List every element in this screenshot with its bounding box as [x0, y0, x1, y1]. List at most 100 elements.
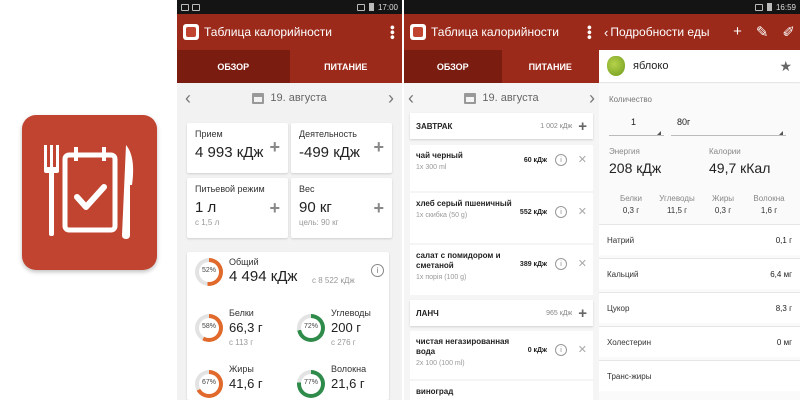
meal-header-lunch[interactable]: ЛАНЧ 965 кДж + [410, 300, 593, 326]
back-icon[interactable]: ‹ [604, 25, 608, 40]
info-icon[interactable]: i [371, 264, 384, 277]
tab-overview[interactable]: ОБЗОР [177, 50, 290, 83]
nutrient-value: 0 мг [776, 337, 792, 347]
nutrient-label: Транс-жиры [607, 371, 652, 381]
calories-label: Калории [709, 147, 741, 156]
macro-value: 0,3 г [622, 206, 640, 215]
remove-icon[interactable]: ✕ [578, 205, 587, 218]
remove-icon[interactable]: ✕ [578, 257, 587, 270]
wifi-icon [754, 3, 763, 11]
carbs-value: 200 г [331, 320, 362, 335]
nutrient-label: Кальций [607, 269, 639, 279]
tab-overview[interactable]: ОБЗОР [404, 50, 502, 83]
remove-icon[interactable]: ✕ [578, 343, 587, 356]
macro-label: Волокна [753, 194, 785, 203]
food-item[interactable]: салат с помидором и сметаной 1x порія (1… [410, 245, 593, 295]
chevron-right-icon[interactable]: › [589, 88, 595, 109]
carbs-label: Углеводы [331, 308, 371, 318]
add-icon[interactable]: + [373, 137, 384, 158]
date-label: 19. августа [270, 92, 327, 104]
card-label: Прием [195, 129, 223, 139]
favorite-star-icon[interactable]: ★ [779, 58, 792, 75]
info-icon[interactable]: i [555, 154, 567, 166]
food-name: чистая негазированная вода [416, 337, 510, 356]
tab-nutrition[interactable]: ПИТАНИЕ [289, 50, 402, 83]
tab-nutrition[interactable]: ПИТАНИЕ [501, 50, 599, 83]
app-title: Таблица калорийности [204, 25, 332, 39]
food-portion: 2x 100 (100 ml) [416, 360, 465, 367]
tab-bar: ОБЗОР ПИТАНИЕ [177, 50, 402, 83]
weight-card[interactable]: Вес 90 кг цель: 90 кг + [291, 178, 392, 238]
food-item[interactable]: хлеб серый пшеничный 1x скибка (50 g) 55… [410, 193, 593, 243]
chevron-left-icon[interactable]: ‹ [408, 88, 414, 109]
add-food-icon[interactable]: + [578, 305, 587, 322]
meal-title: ЗАВТРАК [416, 121, 453, 131]
nutrient-label: Натрий [607, 235, 635, 245]
total-sub: с 8 522 кДж [312, 276, 355, 285]
screen-title: Подробности еды [610, 25, 710, 39]
macro-fiber: Волокна 1,6 г [747, 194, 791, 215]
info-icon[interactable]: i [555, 206, 567, 218]
macro-value: 1,6 г [760, 206, 778, 215]
meal-header-breakfast[interactable]: ЗАВТРАК 1 002 кДж + [410, 113, 593, 139]
fiber-progress-ring: 77% [297, 370, 325, 398]
water-card[interactable]: Питьевой режим 1 л с 1,5 л + [187, 178, 288, 238]
food-energy: 0 кДж [527, 347, 547, 354]
macro-label: Жиры [711, 194, 735, 203]
add-icon[interactable]: + [373, 198, 384, 219]
calendar-icon[interactable] [464, 92, 477, 104]
fat-value: 41,6 г [229, 376, 263, 391]
info-icon[interactable]: i [555, 258, 567, 270]
activity-card[interactable]: Деятельность -499 кДж + [291, 123, 392, 173]
meal-energy: 965 кДж [546, 309, 573, 317]
food-item[interactable]: чай черный 1x 300 ml 60 кДж i ✕ [410, 145, 593, 191]
card-label: Вес [299, 184, 315, 194]
food-name: виноград [416, 387, 454, 396]
overflow-menu-icon[interactable]: ••• [385, 25, 401, 40]
ring-percent: 67% [201, 379, 216, 386]
calendar-icon[interactable] [252, 92, 265, 104]
macro-label: Углеводы [659, 194, 695, 203]
nutrient-row: Кальций 6,4 мг [599, 258, 800, 289]
food-energy: 389 кДж [519, 261, 547, 268]
nutrient-row: Цукор 8,3 г [599, 292, 800, 323]
chevron-right-icon[interactable]: › [388, 88, 394, 109]
status-bar: 16:59 [599, 0, 800, 14]
chevron-left-icon[interactable]: ‹ [185, 88, 191, 109]
remove-icon[interactable]: ✕ [578, 153, 587, 166]
carbs-sub: с 276 г [331, 338, 356, 347]
overflow-menu-icon[interactable]: ••• [582, 25, 598, 40]
info-icon[interactable]: i [555, 344, 567, 356]
card-sub: с 1,5 л [195, 218, 220, 227]
food-name: чай черный [416, 151, 463, 160]
food-item[interactable]: виноград [410, 381, 593, 400]
protein-label: Белки [229, 308, 254, 318]
nutrient-label: Цукор [607, 303, 630, 313]
add-icon[interactable]: + [269, 198, 280, 219]
macro-carbs: Углеводы 11,5 г [655, 194, 699, 215]
quantity-input[interactable]: 1 [631, 117, 636, 127]
unit-select[interactable]: 80г [677, 117, 690, 127]
nutrient-row: Транс-жиры [599, 360, 800, 391]
app-bar: Таблица калорийности ••• [177, 14, 402, 50]
root: 17:00 Таблица калорийности ••• ОБЗОР ПИТ… [0, 0, 800, 400]
notification-icon [181, 3, 189, 11]
magic-wand-icon[interactable]: ✎ [756, 23, 769, 41]
add-icon[interactable]: + [733, 23, 742, 41]
total-label: Общий [229, 257, 259, 267]
food-item[interactable]: чистая негазированная вода 2x 100 (100 m… [410, 331, 593, 379]
notification-icon [192, 3, 200, 11]
intake-card[interactable]: Прием 4 993 кДж + [187, 123, 288, 173]
food-energy: 552 кДж [519, 209, 547, 216]
add-icon[interactable]: + [269, 137, 280, 158]
status-bar: 17:00 [177, 0, 402, 14]
food-name: салат с помидором и сметаной [416, 251, 501, 270]
app-icon [22, 115, 157, 270]
fat-label: Жиры [229, 364, 254, 374]
total-value: 4 494 кДж [229, 268, 298, 285]
edit-icon[interactable]: ✐ [782, 23, 795, 41]
add-food-icon[interactable]: + [578, 118, 587, 135]
app-logo-icon [410, 24, 426, 40]
macro-label: Белки [619, 194, 643, 203]
battery-icon [766, 3, 772, 11]
